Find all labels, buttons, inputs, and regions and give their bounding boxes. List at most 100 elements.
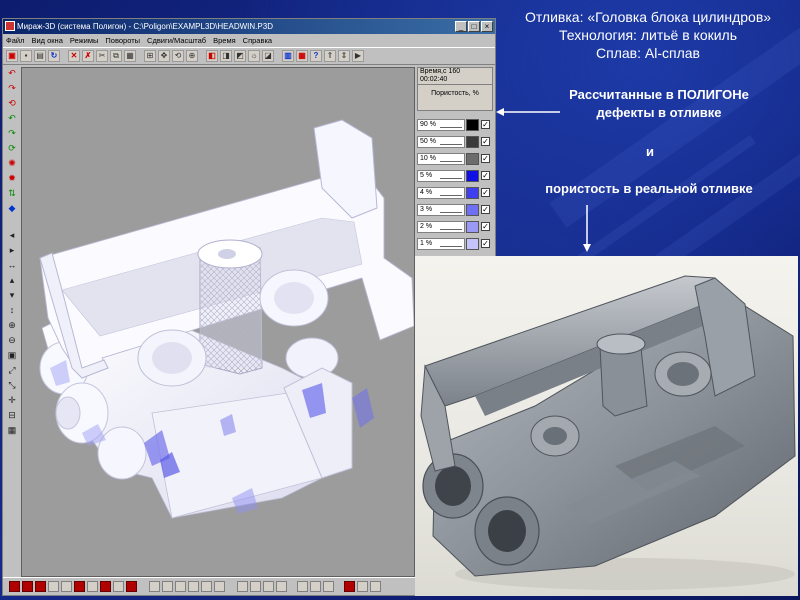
material-icon[interactable] bbox=[35, 581, 46, 592]
open-icon[interactable]: ▣ bbox=[6, 50, 18, 62]
flip-icon[interactable]: ⇅ bbox=[6, 187, 19, 200]
menu-shift-scale[interactable]: Сдвиги/Масштаб bbox=[147, 34, 206, 47]
cut-icon[interactable]: ✂ bbox=[96, 50, 108, 62]
legend-checkbox[interactable]: ✓ bbox=[481, 222, 490, 231]
legend-checkbox[interactable]: ✓ bbox=[481, 154, 490, 163]
grid-icon[interactable]: ⊞ bbox=[144, 50, 156, 62]
minimize-button[interactable]: _ bbox=[455, 21, 467, 32]
cut-plane-icon[interactable]: ⊟ bbox=[6, 409, 19, 422]
menu-view[interactable]: Вид окна bbox=[31, 34, 62, 47]
move-vertical-icon[interactable]: ↕ bbox=[6, 304, 19, 317]
move-down-icon[interactable]: ▾ bbox=[6, 289, 19, 302]
view-icon[interactable] bbox=[276, 581, 287, 592]
material-icon[interactable] bbox=[344, 581, 355, 592]
move-horizontal-icon[interactable]: ↔ bbox=[6, 259, 19, 272]
rotate-z-icon[interactable]: ⟲ bbox=[6, 97, 19, 110]
material-icon[interactable] bbox=[9, 581, 20, 592]
move-icon[interactable]: ✥ bbox=[158, 50, 170, 62]
view-icon[interactable] bbox=[297, 581, 308, 592]
zoom-in-icon[interactable]: ⊕ bbox=[6, 319, 19, 332]
view-icon[interactable] bbox=[263, 581, 274, 592]
legend-checkbox[interactable]: ✓ bbox=[481, 171, 490, 180]
view-icon[interactable] bbox=[250, 581, 261, 592]
layer-icon[interactable] bbox=[61, 581, 72, 592]
menu-file[interactable]: Файл bbox=[6, 34, 24, 47]
color-icon[interactable]: ◪ bbox=[262, 50, 274, 62]
view-icon[interactable] bbox=[149, 581, 160, 592]
legend-checkbox[interactable]: ✓ bbox=[481, 188, 490, 197]
play-icon[interactable]: ▶ bbox=[352, 50, 364, 62]
cube-icon[interactable]: ◆ bbox=[6, 202, 19, 215]
spin-reverse-icon[interactable]: ✹ bbox=[6, 172, 19, 185]
material-icon[interactable] bbox=[126, 581, 137, 592]
3d-viewport[interactable] bbox=[21, 67, 415, 577]
material-icon[interactable] bbox=[74, 581, 85, 592]
legend-row[interactable]: 1 % ✓ bbox=[417, 236, 495, 251]
legend-row[interactable]: 90 % ✓ bbox=[417, 117, 495, 132]
legend-row[interactable]: 3 % ✓ bbox=[417, 202, 495, 217]
view-icon[interactable] bbox=[370, 581, 381, 592]
view3d-icon[interactable]: ◧ bbox=[206, 50, 218, 62]
expand-icon[interactable]: ⤢ bbox=[6, 364, 19, 377]
legend-row[interactable]: 4 % ✓ bbox=[417, 185, 495, 200]
shade-icon[interactable]: ◩ bbox=[234, 50, 246, 62]
legend-checkbox[interactable]: ✓ bbox=[481, 239, 490, 248]
legend-row[interactable]: 10 % ✓ bbox=[417, 151, 495, 166]
slice-icon[interactable]: ◨ bbox=[220, 50, 232, 62]
light-icon[interactable]: ☼ bbox=[248, 50, 260, 62]
view-icon[interactable] bbox=[310, 581, 321, 592]
material-icon[interactable] bbox=[100, 581, 111, 592]
rotate-y-neg-icon[interactable]: ↷ bbox=[6, 127, 19, 140]
refresh-icon[interactable]: ↻ bbox=[48, 50, 60, 62]
time-down-icon[interactable]: ⇕ bbox=[338, 50, 350, 62]
rotate-icon[interactable]: ⟲ bbox=[172, 50, 184, 62]
move-up-icon[interactable]: ▴ bbox=[6, 274, 19, 287]
layer-icon[interactable] bbox=[48, 581, 59, 592]
close-button[interactable]: × bbox=[481, 21, 493, 32]
material-icon[interactable] bbox=[22, 581, 33, 592]
zoom-icon[interactable]: ⊕ bbox=[186, 50, 198, 62]
time-up-icon[interactable]: ⇑ bbox=[324, 50, 336, 62]
menu-help[interactable]: Справка bbox=[243, 34, 272, 47]
reset-view-icon[interactable]: ▦ bbox=[6, 424, 19, 437]
paste-icon[interactable]: ▦ bbox=[124, 50, 136, 62]
menu-modes[interactable]: Режимы bbox=[70, 34, 99, 47]
rotate-z-neg-icon[interactable]: ⟳ bbox=[6, 142, 19, 155]
help-icon[interactable]: ? bbox=[310, 50, 322, 62]
save-icon[interactable]: ▪ bbox=[20, 50, 32, 62]
layer-icon[interactable] bbox=[87, 581, 98, 592]
rotate-x-icon[interactable]: ↶ bbox=[6, 67, 19, 80]
rotate-y-icon[interactable]: ↷ bbox=[6, 82, 19, 95]
view-icon[interactable] bbox=[357, 581, 368, 592]
legend-checkbox[interactable]: ✓ bbox=[481, 120, 490, 129]
maximize-button[interactable]: □ bbox=[468, 21, 480, 32]
view-icon[interactable] bbox=[323, 581, 334, 592]
legend-row[interactable]: 2 % ✓ bbox=[417, 219, 495, 234]
print-icon[interactable]: ▤ bbox=[34, 50, 46, 62]
center-icon[interactable]: ✛ bbox=[6, 394, 19, 407]
view-icon[interactable] bbox=[237, 581, 248, 592]
close-x-icon[interactable]: ✕ bbox=[68, 50, 80, 62]
layer-icon[interactable] bbox=[113, 581, 124, 592]
menu-time[interactable]: Время bbox=[213, 34, 236, 47]
move-right-icon[interactable]: ▸ bbox=[6, 244, 19, 257]
view-icon[interactable] bbox=[214, 581, 225, 592]
zoom-out-icon[interactable]: ⊖ bbox=[6, 334, 19, 347]
copy-icon[interactable]: ⧉ bbox=[110, 50, 122, 62]
legend-checkbox[interactable]: ✓ bbox=[481, 137, 490, 146]
legend-row[interactable]: 5 % ✓ bbox=[417, 168, 495, 183]
delete-icon[interactable]: ✗ bbox=[82, 50, 94, 62]
bar-chart-icon[interactable]: ▥ bbox=[282, 50, 294, 62]
shrink-icon[interactable]: ⤡ bbox=[6, 379, 19, 392]
rotate-x-neg-icon[interactable]: ↶ bbox=[6, 112, 19, 125]
fit-view-icon[interactable]: ▣ bbox=[6, 349, 19, 362]
view-icon[interactable] bbox=[188, 581, 199, 592]
palette-icon[interactable]: ▦ bbox=[296, 50, 308, 62]
legend-checkbox[interactable]: ✓ bbox=[481, 205, 490, 214]
view-icon[interactable] bbox=[201, 581, 212, 592]
move-left-icon[interactable]: ◂ bbox=[6, 229, 19, 242]
spin-icon[interactable]: ✺ bbox=[6, 157, 19, 170]
view-icon[interactable] bbox=[175, 581, 186, 592]
view-icon[interactable] bbox=[162, 581, 173, 592]
legend-row[interactable]: 50 % ✓ bbox=[417, 134, 495, 149]
